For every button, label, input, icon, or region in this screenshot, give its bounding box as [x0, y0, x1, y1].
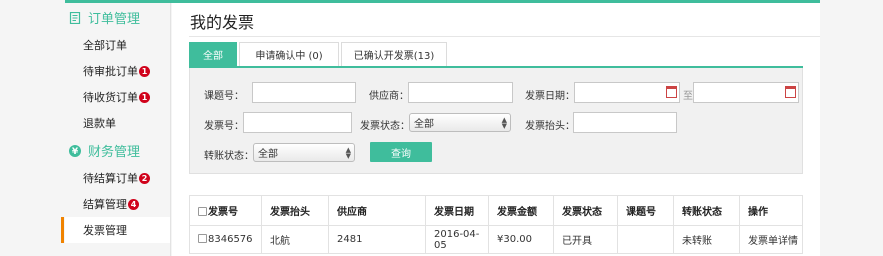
sidebar-item-pending-settlement[interactable]: 待结算订单 2	[65, 165, 170, 191]
transfer-status-label: 转账状态：	[204, 151, 254, 162]
sidebar-item-label: 发票管理	[83, 224, 127, 237]
main-panel: 我的发票 全部 申请确认中 (0) 已确认开发票(13) 课题号： 供应商： 发…	[172, 3, 820, 256]
tab-bar: 全部 申请确认中 (0) 已确认开发票(13)	[189, 42, 803, 68]
column-header: 操作	[739, 195, 803, 226]
svg-text:¥: ¥	[72, 147, 79, 157]
count-badge: 1	[139, 91, 150, 103]
sidebar-item-label: 待审批订单	[83, 65, 138, 78]
sidebar-item-label: 退款单	[83, 117, 116, 130]
invoice-status-label: 发票状态：	[360, 121, 410, 132]
topic-input[interactable]	[252, 82, 356, 103]
calendar-icon[interactable]	[785, 86, 796, 98]
supplier-label: 供应商：	[369, 91, 409, 102]
invoice-date-label: 发票日期：	[525, 91, 575, 102]
select-all-checkbox[interactable]	[198, 207, 207, 216]
tab-confirmed-invoices[interactable]: 已确认开发票(13)	[341, 42, 447, 66]
column-header: 课题号	[617, 195, 674, 226]
count-badge: 4	[128, 198, 139, 210]
invoice-status-cell: 已开具	[553, 225, 618, 254]
sidebar-item-pending-receipt[interactable]: 待收货订单 1	[65, 84, 170, 110]
column-header: 转账状态	[673, 195, 740, 226]
column-header: 发票号	[189, 195, 262, 226]
tab-pending-confirmation[interactable]: 申请确认中 (0)	[239, 42, 339, 66]
sidebar-item-label: 待收货订单	[83, 91, 138, 104]
invoice-status-select[interactable]: 全部 ▲ ▼	[409, 113, 511, 132]
column-header: 发票日期	[425, 195, 489, 226]
invoice-no-cell: 8346576	[189, 225, 262, 254]
invoice-no-input[interactable]	[243, 112, 352, 133]
invoice-amount-cell: ¥30.00	[488, 225, 554, 254]
sidebar-item-refunds[interactable]: 退款单	[65, 110, 170, 136]
invoice-detail-link[interactable]: 发票单详情	[739, 225, 803, 254]
document-icon	[69, 11, 81, 24]
sidebar-item-label: 全部订单	[83, 39, 127, 52]
finance-management-title: 财务管理	[88, 145, 141, 160]
invoice-no-label: 发票号：	[204, 121, 244, 132]
order-management-title: 订单管理	[88, 12, 141, 27]
count-badge: 1	[139, 65, 150, 77]
sidebar-item-invoice-management[interactable]: 发票管理	[61, 217, 170, 243]
filter-panel: 课题号： 供应商： 发票日期： 至 发票号： 发票状态： 全部 ▲ ▼ 发票抬头：…	[189, 68, 803, 174]
invoice-header-label: 发票抬头：	[525, 121, 575, 132]
topic-cell	[617, 225, 674, 254]
sidebar: 订单管理 全部订单 待审批订单 1 待收货订单 1 退款单 ¥ 财务管理 待结算…	[61, 3, 171, 256]
column-header: 发票状态	[553, 195, 618, 226]
invoice-header-cell: 北航	[261, 225, 329, 254]
select-arrows-icon: ▲ ▼	[345, 145, 351, 160]
page-title: 我的发票	[190, 13, 255, 32]
sidebar-item-label: 结算管理	[83, 198, 127, 211]
invoice-table: 发票号 发票抬头 供应商 发票日期 发票金额 发票状态 课题号 转账状态 操作 …	[189, 195, 803, 254]
sidebar-item-label: 待结算订单	[83, 172, 138, 185]
calendar-icon[interactable]	[666, 86, 677, 98]
sidebar-item-settlement-management[interactable]: 结算管理 4	[65, 191, 170, 217]
sidebar-item-all-orders[interactable]: 全部订单	[65, 32, 170, 58]
select-arrows-icon: ▲ ▼	[501, 115, 507, 130]
table-header-row: 发票号 发票抬头 供应商 发票日期 发票金额 发票状态 课题号 转账状态 操作	[189, 195, 803, 226]
query-button[interactable]: 查询	[370, 142, 432, 162]
supplier-cell: 2481	[328, 225, 426, 254]
sidebar-item-pending-approval[interactable]: 待审批订单 1	[65, 58, 170, 84]
column-header: 发票金额	[488, 195, 554, 226]
row-checkbox[interactable]	[198, 234, 207, 243]
transfer-status-select[interactable]: 全部 ▲ ▼	[253, 143, 355, 162]
invoice-date-end-input[interactable]	[693, 82, 799, 103]
order-management-header[interactable]: 订单管理	[65, 3, 170, 32]
table-row: 8346576 北航 2481 2016-04-05 ¥30.00 已开具 未转…	[189, 225, 803, 254]
invoice-date-start-input[interactable]	[574, 82, 680, 103]
column-header: 发票抬头	[261, 195, 329, 226]
topic-label: 课题号：	[204, 91, 244, 102]
column-header: 供应商	[328, 195, 426, 226]
select-value: 全部	[414, 119, 434, 130]
count-badge: 2	[139, 172, 150, 184]
select-value: 全部	[258, 149, 278, 160]
yen-icon: ¥	[69, 144, 81, 157]
date-range-separator: 至	[683, 91, 693, 102]
divider	[189, 36, 820, 37]
finance-management-header[interactable]: ¥ 财务管理	[65, 136, 170, 165]
tab-all[interactable]: 全部	[189, 42, 237, 66]
invoice-date-cell: 2016-04-05	[425, 225, 489, 254]
transfer-status-cell: 未转账	[673, 225, 740, 254]
invoice-header-input[interactable]	[573, 112, 677, 133]
supplier-input[interactable]	[408, 82, 513, 103]
